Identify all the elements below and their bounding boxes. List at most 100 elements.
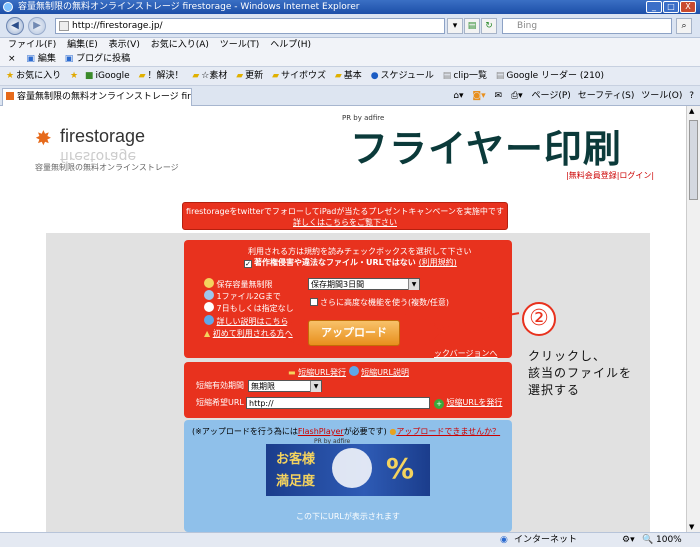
fav-kihon[interactable]: 基本 [344, 71, 362, 81]
page-icon [59, 21, 69, 31]
fav-clip[interactable]: clip一覧 [453, 71, 487, 81]
page-icon: ▤ [442, 71, 452, 81]
igoogle-icon: ■ [84, 71, 94, 81]
period-label: 保存容量無制限 [216, 280, 273, 289]
favorites-button[interactable]: お気に入り [16, 71, 61, 81]
first-time-link[interactable]: 初めて利用される方へ [213, 329, 293, 338]
refresh-icon[interactable]: ↻ [481, 18, 497, 34]
dropdown-arrow-icon[interactable]: ▾ [447, 18, 463, 34]
menu-favorites[interactable]: お気に入り(A) [151, 40, 209, 50]
file-icon [204, 290, 214, 300]
link-icon: ▬ [288, 368, 296, 377]
menu-file[interactable]: ファイル(F) [8, 40, 56, 50]
maximize-button[interactable]: □ [663, 1, 679, 13]
fav-google-reader[interactable]: Google リーダー (210) [506, 71, 604, 81]
menu-bar: ファイル(F) 編集(E) 表示(V) お気に入り(A) ツール(T) ヘルプ(… [0, 38, 700, 52]
fav-koushin[interactable]: 更新 [245, 71, 263, 81]
short-url-button[interactable]: 短縮URLを発行 [447, 398, 503, 407]
home-icon[interactable]: ⌂▾ [453, 91, 463, 101]
compat-view-icon[interactable]: ▤ [464, 18, 480, 34]
ad-flyer-banner[interactable]: フライヤー印刷 [350, 118, 622, 173]
rss-icon[interactable]: ◙▾ [472, 91, 485, 101]
chevron-down-icon: ▼ [310, 381, 321, 392]
url-display-note: この下にURLが表示されます [296, 512, 400, 521]
page-menu[interactable]: ページ(P) [532, 91, 571, 101]
info-icon [204, 315, 214, 325]
short-url-issue-link[interactable]: 短縮URL発行 [298, 368, 346, 377]
print-icon[interactable]: ⎙▾ [511, 91, 523, 101]
search-input[interactable]: Bing [502, 18, 672, 34]
caption-line3: 選択する [528, 383, 581, 397]
fav-cybozu[interactable]: サイボウズ [281, 71, 326, 81]
banner-percent: % [386, 452, 415, 485]
promo-banner[interactable]: firestorageをtwitterでフォローしてiPadが当たるプレゼントキ… [182, 202, 508, 230]
register-link[interactable]: 無料会員登録 [569, 171, 617, 180]
address-input[interactable]: http://firestorage.jp/ [55, 18, 445, 34]
window-titlebar: 容量無制限の無料オンラインストレージ firestorage - Windows… [0, 0, 700, 14]
fav-igoogle[interactable]: iGoogle [95, 71, 129, 81]
schedule-icon: ● [370, 71, 379, 81]
folder-icon: ▰ [192, 71, 200, 81]
promo-details-link[interactable]: 詳しくはこちらをご覧下さい [183, 217, 507, 228]
annotation-caption: クリックし、 該当のファイルを 選択する [528, 348, 632, 399]
back-button[interactable]: ◀ [6, 17, 24, 35]
protected-mode-icon[interactable]: ⚙▾ [622, 533, 635, 547]
caption-line1: クリックし、 [528, 349, 607, 363]
menu-edit[interactable]: 編集(E) [67, 40, 98, 50]
flash-version-link[interactable]: ックバージョンへ [434, 348, 497, 359]
banner-text-1: お客様 [276, 452, 316, 467]
scroll-thumb[interactable] [689, 120, 698, 200]
size-label: 1ファイル2Gまで [216, 292, 281, 301]
terms-checkbox[interactable]: ✓ [244, 260, 252, 268]
short-url-help-link[interactable]: 短縮URL説明 [361, 368, 409, 377]
banner-text-2: 満足度 [276, 474, 316, 489]
ad-satisfaction-banner[interactable]: お客様 満足度 % [266, 444, 430, 496]
fav-kaiketsu[interactable]: ！解決！ [147, 71, 183, 81]
menu-help[interactable]: ヘルプ(H) [270, 40, 311, 50]
cannot-upload-link[interactable]: アップロードできませんか？ [396, 427, 500, 436]
logo-name: firestorage [60, 126, 146, 146]
fav-schedule[interactable]: スケジュール [381, 71, 434, 81]
detail-link[interactable]: 詳しい説明はこちら [217, 317, 289, 326]
close-window-button[interactable]: X [680, 1, 696, 13]
account-links: |無料会員登録|ログイン| [566, 171, 655, 180]
terms-instruction: 利用される方は規約を読みチェックボックスを選択して下さい [248, 247, 472, 256]
login-link[interactable]: ログイン [619, 171, 651, 180]
advanced-checkbox[interactable] [310, 298, 318, 306]
mail-icon[interactable]: ✉ [495, 91, 503, 101]
tab-title: 容量無制限の無料オンラインストレージ firestorage [17, 92, 191, 102]
blog-button[interactable]: ブログに投稿 [76, 54, 130, 64]
address-toolbar: ◀ ▶ http://firestorage.jp/ ▾ ▤ ↻ Bing ⌕ [0, 14, 700, 38]
firestorage-star-icon: ✸ [35, 126, 52, 150]
minimize-button[interactable]: _ [646, 1, 662, 13]
edit-button[interactable]: 編集 [38, 54, 56, 64]
banner-percent-circle-icon [332, 448, 372, 488]
info-icon [348, 366, 359, 376]
short-url-period-value: 無期限 [251, 382, 275, 391]
tools-menu[interactable]: ツール(O) [641, 91, 682, 101]
short-url-input[interactable]: http:// [246, 397, 430, 409]
tab-firestorage[interactable]: 容量無制限の無料オンラインストレージ firestorage [2, 88, 192, 106]
close-toolbar-icon[interactable]: × [8, 54, 16, 64]
folder-icon: ▰ [334, 71, 342, 81]
search-icon[interactable]: ⌕ [676, 18, 692, 34]
help-menu[interactable]: ? [689, 91, 694, 101]
period-select[interactable]: 保存期間3日間 ▼ [308, 278, 420, 290]
folder-icon: ▰ [236, 71, 244, 81]
terms-link[interactable]: (利用規約) [419, 258, 457, 267]
safety-menu[interactable]: セーフティ(S) [578, 91, 635, 101]
edit-icon: ▣ [26, 54, 35, 64]
zoom-level[interactable]: 100% [656, 533, 682, 547]
menu-view[interactable]: 表示(V) [109, 40, 140, 50]
flash-player-link[interactable]: FlashPlayer [298, 427, 344, 436]
short-url-period-select[interactable]: 無期限 ▼ [248, 380, 322, 392]
scroll-up-icon[interactable]: ▲ [689, 107, 694, 115]
warning-icon: ▲ [204, 329, 211, 338]
vertical-scrollbar[interactable]: ▲ ▼ [686, 106, 700, 532]
add-favorite-icon[interactable]: ★ [70, 71, 78, 81]
menu-tools[interactable]: ツール(T) [220, 40, 260, 50]
fav-sozai[interactable]: ☆素材 [201, 71, 227, 81]
forward-button[interactable]: ▶ [28, 17, 46, 35]
period-select-value: 保存期間3日間 [311, 280, 365, 289]
scroll-down-icon[interactable]: ▼ [689, 523, 694, 531]
